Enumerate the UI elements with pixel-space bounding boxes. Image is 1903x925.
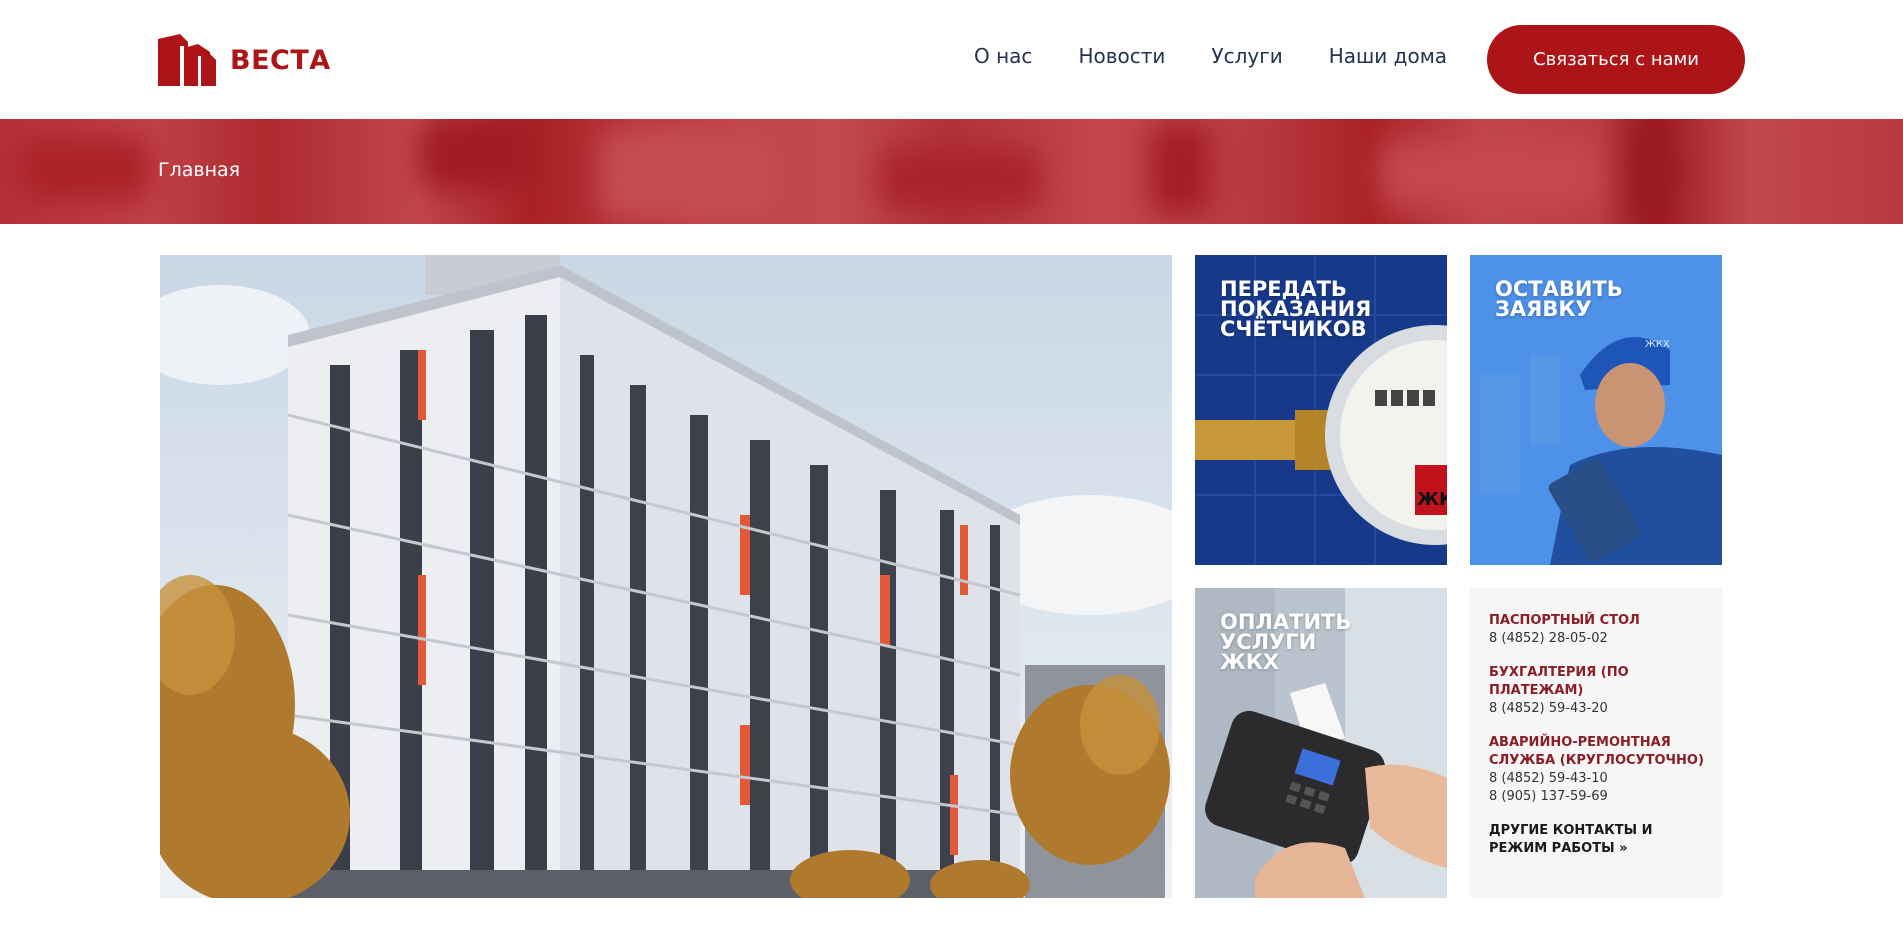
main-nav: О нас Новости Услуги Наши дома (974, 44, 1447, 68)
breadcrumb-home[interactable]: Главная (158, 159, 240, 181)
breadcrumb-banner (0, 119, 1903, 224)
phone-link[interactable]: 8 (905) 137-59-69 (1489, 788, 1704, 806)
building-logo-icon (158, 34, 216, 86)
svg-text:ЖКХ: ЖКХ (1417, 489, 1447, 510)
contact-title: БУХГАЛТЕРИЯ (ПО ПЛАТЕЖАМ) (1489, 665, 1629, 698)
phone-link[interactable]: 8 (4852) 59-43-10 (1489, 770, 1704, 788)
meter-readings-title: ПЕРЕДАТЬ ПОКАЗАНИЯ СЧЁТЧИКОВ (1220, 277, 1372, 341)
nav-item-services[interactable]: Услуги (1211, 44, 1282, 68)
contacts-box: ПАСПОРТНЫЙ СТОЛ 8 (4852) 28-05-02 БУХГАЛ… (1470, 588, 1722, 898)
leave-request-tile[interactable]: ЖКХ ОСТАВИТЬ ЗАЯВКУ (1470, 255, 1722, 565)
pay-utilities-title: ОПЛАТИТЬ УСЛУГИ ЖКХ (1220, 610, 1352, 674)
contact-title: ПАСПОРТНЫЙ СТОЛ (1489, 613, 1640, 628)
meter-readings-tile[interactable]: ЖКХ ПЕРЕДАТЬ ПОКАЗАНИЯ СЧЁТЧИКОВ (1195, 255, 1447, 565)
more-contacts-link[interactable]: ДРУГИЕ КОНТАКТЫ И РЕЖИМ РАБОТЫ » (1489, 822, 1704, 858)
nav-item-news[interactable]: Новости (1078, 44, 1165, 68)
accounting-contact: БУХГАЛТЕРИЯ (ПО ПЛАТЕЖАМ) 8 (4852) 59-43… (1489, 664, 1704, 718)
hero-building-image (160, 255, 1172, 898)
nav-item-about[interactable]: О нас (974, 44, 1032, 68)
passport-office-contact: ПАСПОРТНЫЙ СТОЛ 8 (4852) 28-05-02 (1489, 612, 1704, 648)
contact-us-button[interactable]: Связаться с нами (1487, 25, 1745, 94)
logo-text: ВЕСТА (230, 44, 331, 76)
phone-link[interactable]: 8 (4852) 59-43-20 (1489, 700, 1704, 718)
pay-utilities-tile[interactable]: ОПЛАТИТЬ УСЛУГИ ЖКХ (1195, 588, 1447, 898)
logo-link[interactable]: ВЕСТА (158, 34, 331, 86)
svg-text:ЖКХ: ЖКХ (1645, 339, 1670, 350)
nav-item-our-houses[interactable]: Наши дома (1329, 44, 1447, 68)
contact-title: АВАРИЙНО-РЕМОНТНАЯ СЛУЖБА (КРУГЛОСУТОЧНО… (1489, 735, 1704, 768)
phone-link[interactable]: 8 (4852) 28-05-02 (1489, 630, 1704, 648)
site-header: ВЕСТА О нас Новости Услуги Наши дома Свя… (0, 0, 1903, 119)
emergency-service-contact: АВАРИЙНО-РЕМОНТНАЯ СЛУЖБА (КРУГЛОСУТОЧНО… (1489, 734, 1704, 806)
leave-request-title: ОСТАВИТЬ ЗАЯВКУ (1495, 277, 1623, 321)
